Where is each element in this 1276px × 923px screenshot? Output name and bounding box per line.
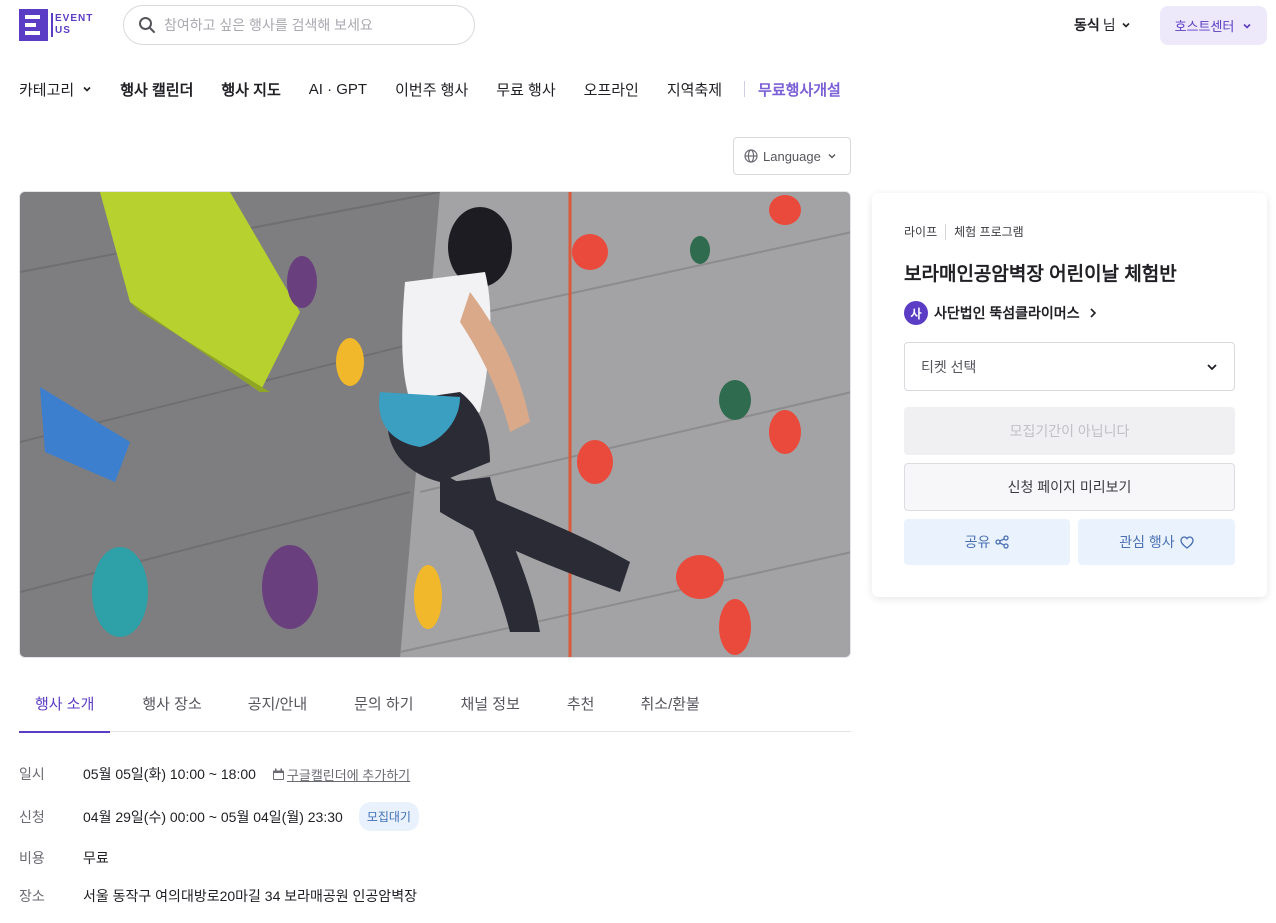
info-row-place: 장소 서울 동작구 여의대방로20마길 34 보라매공원 인공암벽장 — [19, 886, 417, 906]
apply-button-disabled: 모집기간이 아닙니다 — [904, 407, 1235, 455]
tab-refund[interactable]: 취소/환불 — [640, 676, 699, 732]
apply-value: 04월 29일(수) 00:00 ~ 05월 04일(월) 23:30 — [83, 808, 343, 825]
ticket-select-label: 티켓 선택 — [921, 358, 977, 375]
add-google-calendar-link[interactable]: 구글캘린더에 추가하기 — [272, 765, 410, 784]
host-center-label: 호스트센터 — [1174, 19, 1235, 34]
favorite-button[interactable]: 관심 행사 — [1078, 519, 1235, 565]
chevron-down-icon — [1243, 23, 1251, 29]
chevron-right-icon — [1090, 308, 1096, 318]
chevron-down-icon — [1207, 363, 1217, 370]
favorite-label: 관심 행사 — [1119, 534, 1175, 550]
user-menu[interactable]: 동식 님 — [1074, 15, 1131, 35]
search-bar[interactable] — [123, 5, 475, 45]
chevron-down-icon — [828, 154, 836, 159]
logo-text-top: EVENT — [51, 13, 92, 25]
event-hero-image — [19, 191, 851, 658]
logo-mark — [19, 9, 48, 41]
share-label: 공유 — [964, 534, 991, 550]
heart-icon — [1180, 535, 1194, 549]
nav-this-week[interactable]: 이번주 행사 — [395, 79, 468, 100]
search-input[interactable] — [164, 17, 454, 33]
nav-ai[interactable]: AI · GPT — [309, 81, 367, 98]
place-value: 서울 동작구 여의대방로20마길 34 보라매공원 인공암벽장 — [83, 888, 417, 904]
chevron-down-icon — [1122, 22, 1130, 28]
event-title: 보라매인공암벽장 어린이날 체험반 — [904, 264, 1177, 285]
nav-festival[interactable]: 지역축제 — [667, 79, 722, 100]
ticket-select[interactable]: 티켓 선택 — [904, 342, 1235, 391]
share-button[interactable]: 공유 — [904, 519, 1070, 565]
tab-channel[interactable]: 채널 정보 — [461, 676, 520, 732]
info-row-cost: 비용 무료 — [19, 848, 109, 868]
tab-inquiry[interactable]: 문의 하기 — [354, 676, 413, 732]
breadcrumb-category[interactable]: 라이프 — [904, 223, 937, 240]
category-breadcrumb: 라이프 체험 프로그램 — [904, 223, 1024, 240]
nav-calendar[interactable]: 행사 캘린더 — [120, 79, 193, 100]
main-nav: 카테고리 행사 캘린더 행사 지도 AI · GPT 이번주 행사 무료 행사 … — [19, 78, 869, 100]
nav-free[interactable]: 무료 행사 — [496, 79, 555, 100]
date-value: 05월 05일(화) 10:00 ~ 18:00 — [83, 766, 256, 782]
host-name: 사단법인 뚝섬클라이머스 — [934, 305, 1080, 321]
header: EVENT US 동식 님 호스트센터 — [0, 0, 1276, 52]
event-tabs: 행사 소개 행사 장소 공지/안내 문의 하기 채널 정보 추천 취소/환불 — [19, 676, 851, 733]
event-summary-card: 라이프 체험 프로그램 보라매인공암벽장 어린이날 체험반 사 사단법인 뚝섬클… — [872, 193, 1267, 597]
user-suffix: 님 — [1102, 17, 1116, 33]
climbing-wall-illustration — [20, 192, 850, 657]
language-select[interactable]: Language — [733, 137, 851, 175]
logo[interactable]: EVENT US — [19, 9, 92, 41]
cost-value: 무료 — [83, 850, 109, 866]
apply-label: 신청 — [19, 808, 45, 825]
tab-venue[interactable]: 행사 장소 — [142, 676, 201, 732]
place-label: 장소 — [19, 888, 45, 904]
share-icon — [995, 535, 1010, 549]
nav-category-label: 카테고리 — [19, 81, 75, 99]
nav-divider — [744, 81, 746, 97]
search-icon — [139, 17, 155, 33]
nav-category[interactable]: 카테고리 — [19, 79, 92, 100]
date-label: 일시 — [19, 766, 45, 782]
tab-intro[interactable]: 행사 소개 — [19, 676, 111, 733]
globe-icon — [744, 149, 758, 163]
language-label: Language — [763, 148, 821, 164]
status-badge: 모집대기 — [358, 802, 419, 831]
cost-label: 비용 — [19, 850, 45, 866]
calendar-icon — [272, 768, 284, 780]
nav-open-free-event[interactable]: 무료행사개설 — [758, 79, 841, 100]
user-name: 동식 — [1074, 17, 1100, 33]
breadcrumb-subcategory[interactable]: 체험 프로그램 — [954, 223, 1024, 240]
tab-recommend[interactable]: 추천 — [567, 676, 595, 732]
tab-notice[interactable]: 공지/안내 — [248, 676, 307, 732]
host-avatar: 사 — [904, 301, 928, 325]
logo-text: EVENT US — [48, 9, 92, 41]
preview-application-button[interactable]: 신청 페이지 미리보기 — [904, 463, 1235, 511]
add-google-calendar-label: 구글캘린더에 추가하기 — [286, 767, 411, 783]
nav-offline[interactable]: 오프라인 — [584, 79, 639, 100]
info-row-date: 일시 05월 05일(화) 10:00 ~ 18:00 구글캘린더에 추가하기 — [19, 764, 410, 784]
logo-text-bottom: US — [51, 25, 91, 37]
breadcrumb-divider — [945, 223, 947, 240]
info-row-apply: 신청 04월 29일(수) 00:00 ~ 05월 04일(월) 23:30 모… — [19, 802, 419, 831]
host-center-button[interactable]: 호스트센터 — [1160, 6, 1267, 45]
chevron-down-icon — [83, 86, 91, 92]
host-link[interactable]: 사 사단법인 뚝섬클라이머스 — [904, 301, 1098, 325]
nav-map[interactable]: 행사 지도 — [221, 79, 280, 100]
